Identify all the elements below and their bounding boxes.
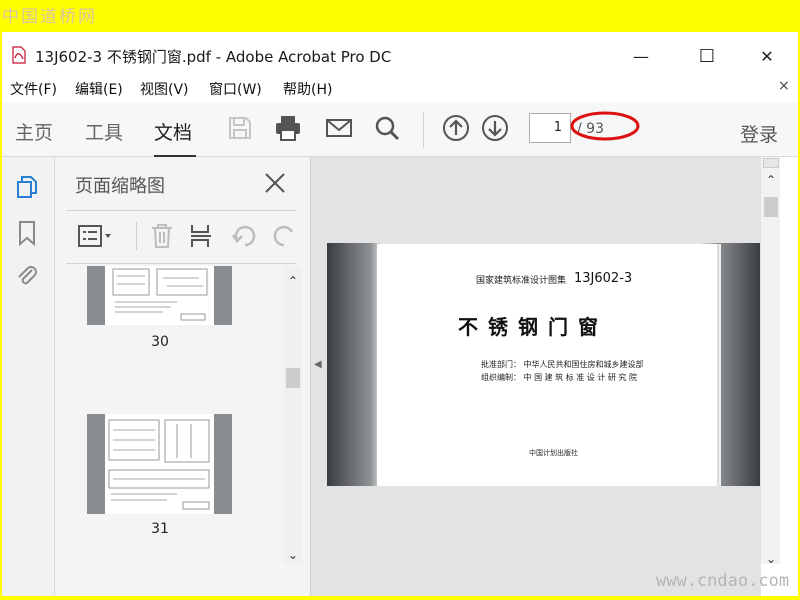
watermark-top: 中国道桥网 (2, 7, 97, 27)
arrow-down-icon[interactable] (481, 114, 509, 142)
thumbnail-31-drawing (87, 414, 232, 514)
delete-icon[interactable] (148, 222, 176, 250)
cover-publisher-text: 中国计划出版社 (529, 449, 578, 457)
panel-divider-bottom (66, 263, 296, 264)
insert-icon[interactable] (187, 222, 215, 250)
menu-close-button[interactable]: × (778, 78, 790, 94)
rotate-left-icon[interactable] (231, 222, 259, 250)
document-scrollbar[interactable] (761, 157, 780, 564)
panel-tool-separator (136, 222, 137, 250)
thumbnail-scrollbar[interactable] (284, 266, 302, 564)
tab-tools[interactable]: 工具 (85, 118, 123, 145)
tab-document[interactable]: 文档 (154, 118, 192, 145)
red-annotation-ellipse (570, 111, 640, 141)
thumbnail-30-drawing (87, 266, 232, 325)
thumbnail-page-31[interactable] (87, 414, 232, 514)
document-scroll-down-icon[interactable]: ⌄ (763, 552, 779, 566)
toolbar-separator (423, 112, 424, 148)
menu-view[interactable]: 视图(V) (140, 79, 189, 99)
thumbnail-label-30: 30 (151, 334, 169, 350)
pdf-file-icon (12, 46, 26, 64)
search-icon[interactable] (373, 114, 401, 142)
cover-organizer-text: 组织编制： 中 国 建 筑 标 准 设 计 研 究 院 (481, 373, 637, 382)
save-icon[interactable] (226, 114, 254, 142)
page-number-input[interactable]: 1 (529, 113, 571, 143)
thumbnail-scroll-down-icon[interactable]: ⌄ (285, 548, 301, 562)
document-scroll-up-icon[interactable]: ⌃ (763, 173, 779, 187)
close-window-button[interactable]: ✕ (744, 40, 790, 72)
options-icon[interactable] (77, 222, 117, 250)
thumbnail-panel-title: 页面缩略图 (75, 176, 165, 197)
email-icon[interactable] (325, 114, 353, 142)
split-handle[interactable] (763, 158, 779, 168)
panel-divider (66, 210, 296, 211)
document-scroll-thumb[interactable] (764, 197, 778, 217)
rotate-right-icon[interactable] (272, 222, 294, 250)
minimize-button[interactable]: — (618, 40, 664, 72)
thumbnail-label-31: 31 (151, 521, 169, 537)
thumbnail-scroll-thumb[interactable] (286, 368, 300, 388)
cover-code-text: 13J602-3 (574, 271, 633, 286)
cover-approval-text: 批准部门： 中华人民共和国住房和城乡建设部 (481, 360, 644, 369)
login-link[interactable]: 登录 (740, 120, 778, 147)
arrow-up-icon[interactable] (442, 114, 470, 142)
menu-window[interactable]: 窗口(W) (209, 79, 262, 99)
thumbnail-scroll-up-icon[interactable]: ⌃ (285, 274, 301, 288)
menu-help[interactable]: 帮助(H) (283, 79, 332, 99)
close-panel-icon[interactable] (262, 170, 288, 196)
tab-home[interactable]: 主页 (15, 118, 53, 145)
collapse-left-icon[interactable]: ◀ (314, 359, 322, 370)
thumbnail-page-30[interactable] (87, 266, 232, 325)
print-icon[interactable] (274, 114, 302, 142)
attachment-icon[interactable] (14, 263, 40, 289)
menu-edit[interactable]: 编辑(E) (75, 79, 123, 99)
cover-title-text: 不锈钢门窗 (458, 315, 608, 339)
window-title: 13J602-3 不锈钢门窗.pdf - Adobe Acrobat Pro D… (35, 48, 392, 66)
cover-series-text: 国家建筑标准设计图集 (476, 276, 567, 286)
pages-icon[interactable] (14, 174, 40, 200)
maximize-button[interactable]: ☐ (684, 40, 730, 72)
menu-file[interactable]: 文件(F) (10, 79, 57, 99)
bookmark-icon[interactable] (14, 220, 40, 246)
watermark-bottom: www.cndao.com (656, 571, 790, 591)
